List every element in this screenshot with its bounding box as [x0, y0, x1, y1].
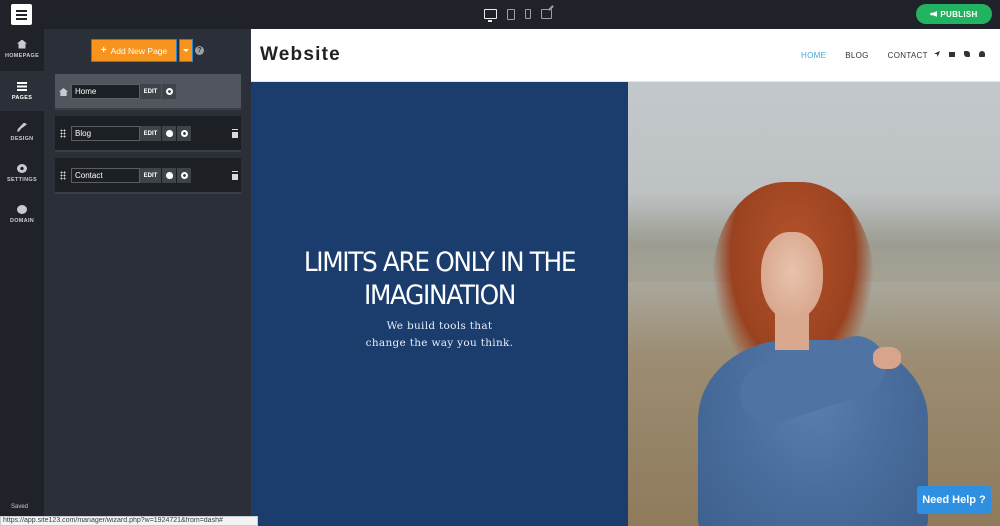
page-settings-button[interactable]: [162, 84, 176, 99]
woman-hand: [873, 347, 901, 369]
external-link-icon[interactable]: [541, 9, 552, 19]
hero-title-line: IMAGINATION: [364, 280, 516, 311]
hero-subtitle-line: We build tools that: [386, 320, 493, 332]
phone-icon[interactable]: [525, 9, 531, 19]
sidebar-item-homepage[interactable]: HOMEPAGE: [0, 29, 44, 69]
device-preview-switcher: [484, 6, 552, 22]
sidebar-item-label: SETTINGS: [7, 176, 37, 183]
plus-icon: +: [100, 45, 107, 56]
publish-label: PUBLISH: [940, 9, 978, 19]
website-preview: Website HOME BLOG CONTACT LIMITS ARE ONL…: [251, 29, 1000, 526]
site-builder-app: PUBLISH HOMEPAGE PAGES DESIGN SETTINGS D…: [0, 0, 1000, 526]
sidebar-item-domain[interactable]: DOMAIN: [0, 194, 44, 234]
edit-page-button[interactable]: EDIT: [140, 168, 161, 183]
add-new-page-button[interactable]: + Add New Page: [91, 39, 177, 62]
add-page-dropdown-button[interactable]: [179, 39, 193, 62]
sidebar-item-label: DOMAIN: [9, 217, 35, 224]
sidebar-item-settings[interactable]: SETTINGS: [0, 153, 44, 193]
pages-icon: [17, 81, 27, 91]
brush-icon: [17, 122, 27, 132]
drag-handle-icon[interactable]: [60, 129, 66, 138]
top-toolbar: PUBLISH: [0, 0, 1000, 29]
hero-subtitle-line: change the way you think.: [365, 337, 514, 349]
sidebar-item-pages[interactable]: PAGES: [0, 71, 44, 111]
sidebar-item-label: PAGES: [11, 94, 33, 101]
envelope-icon[interactable]: [949, 51, 955, 57]
save-status: Saved: [11, 504, 29, 510]
site-nav-links: HOME BLOG CONTACT: [801, 51, 928, 60]
trash-icon[interactable]: [232, 172, 238, 180]
hero-subtitle: We build tools that change the way you t…: [251, 318, 628, 352]
woman-face: [761, 232, 823, 320]
help-icon[interactable]: ?: [195, 46, 204, 55]
home-icon: [17, 39, 27, 49]
nav-link-contact[interactable]: CONTACT: [888, 51, 928, 60]
edit-page-button[interactable]: EDIT: [140, 84, 161, 99]
location-arrow-icon[interactable]: [934, 51, 940, 57]
add-new-page-label: Add New Page: [110, 45, 168, 56]
nav-link-home[interactable]: HOME: [801, 51, 826, 60]
hero-title: LIMITS ARE ONLY IN THE IMAGINATION: [266, 246, 613, 312]
page-row-contact[interactable]: Contact EDIT: [55, 158, 241, 194]
palette-icon: [165, 130, 173, 137]
phone-icon[interactable]: [964, 51, 970, 57]
page-settings-button[interactable]: [177, 126, 191, 141]
desktop-icon[interactable]: [484, 9, 497, 22]
edit-page-button[interactable]: EDIT: [140, 126, 161, 141]
home-icon: [59, 88, 68, 96]
tablet-icon[interactable]: [507, 8, 515, 20]
site-nav-icons: [934, 51, 985, 57]
nav-link-blog[interactable]: BLOG: [845, 51, 868, 60]
hero-text-panel: LIMITS ARE ONLY IN THE IMAGINATION We bu…: [251, 82, 628, 526]
trash-icon[interactable]: [232, 130, 238, 138]
gear-icon: [180, 172, 188, 179]
gear-icon: [17, 163, 27, 173]
page-design-button[interactable]: [162, 168, 176, 183]
gear-icon: [165, 88, 173, 95]
sidebar-item-label: DESIGN: [10, 135, 34, 142]
globe-icon: [17, 204, 27, 214]
sidebar-item-design[interactable]: DESIGN: [0, 112, 44, 152]
sidebar-item-label: HOMEPAGE: [4, 52, 40, 59]
menu-logo-icon[interactable]: [11, 4, 32, 25]
need-help-button[interactable]: Need Help ?: [917, 486, 991, 514]
megaphone-icon: [930, 11, 938, 17]
page-name-field[interactable]: Contact: [71, 168, 140, 183]
hero-image: [628, 82, 1000, 526]
palette-icon: [165, 172, 173, 179]
main-sidebar: HOMEPAGE PAGES DESIGN SETTINGS DOMAIN: [0, 29, 44, 526]
page-design-button[interactable]: [162, 126, 176, 141]
page-row-home[interactable]: Home EDIT: [55, 74, 241, 110]
user-icon[interactable]: [979, 51, 985, 57]
page-name-field[interactable]: Blog: [71, 126, 140, 141]
gear-icon: [180, 130, 188, 137]
site-header: Website HOME BLOG CONTACT: [251, 29, 1000, 82]
page-row-blog[interactable]: Blog EDIT: [55, 116, 241, 152]
site-brand[interactable]: Website: [260, 44, 341, 66]
page-settings-button[interactable]: [177, 168, 191, 183]
hero-title-line: LIMITS ARE ONLY IN THE: [303, 247, 577, 278]
drag-handle-icon[interactable]: [60, 171, 66, 180]
page-name-field[interactable]: Home: [71, 84, 140, 99]
browser-status-url: https://app.site123.com/manager/wizard.p…: [0, 516, 258, 526]
publish-button[interactable]: PUBLISH: [916, 4, 992, 24]
